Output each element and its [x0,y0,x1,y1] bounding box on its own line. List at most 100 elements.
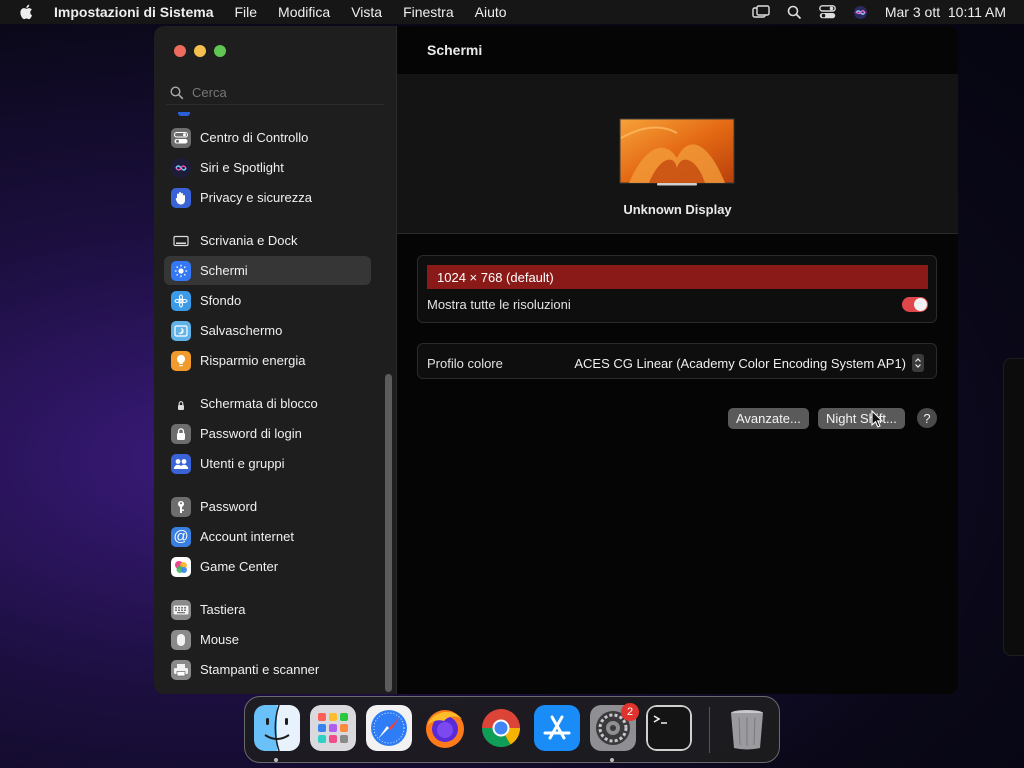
keyboard-icon [171,599,191,620]
display-icon [171,260,191,281]
sidebar-item-users-groups[interactable]: Utenti e gruppi [164,449,371,478]
sidebar-item-screensaver[interactable]: Salvaschermo [164,316,371,345]
menu-bar: Impostazioni di Sistema File Modifica Vi… [0,0,1024,24]
printer-icon [171,659,191,680]
resolution-selected-row[interactable]: 1024 × 768 (default) [427,265,928,289]
launchpad-icon[interactable] [310,705,356,751]
lock-icon [171,423,191,444]
close-button[interactable] [174,45,186,57]
sidebar-item-label: Password [200,499,258,514]
lock-screen-icon [171,393,191,414]
sidebar-item-passwords[interactable]: Password [164,492,371,521]
sidebar-scrollbar[interactable] [385,374,392,692]
sidebar-item-label: Game Center [200,559,279,574]
menu-view[interactable]: Vista [351,4,382,20]
search-field[interactable]: Cerca [166,81,384,105]
trash-icon[interactable] [724,705,770,751]
menu-edit[interactable]: Modifica [278,4,330,20]
menu-app-name[interactable]: Impostazioni di Sistema [54,4,213,20]
settings-window: Cerca Centro di Controllo Siri e Spotlig… [154,26,958,694]
sidebar-item-login-password[interactable]: Password di login [164,419,371,448]
search-icon[interactable] [787,5,802,20]
firefox-icon[interactable] [422,705,468,751]
menu-datetime[interactable]: Mar 3 ott 10:11 AM [885,4,1006,20]
advanced-button[interactable]: Avanzate... [728,408,809,429]
game-center-icon [171,556,191,577]
color-profile-group: Profilo colore ACES CG Linear (Academy C… [417,343,937,379]
partially-hidden-icon [178,112,190,116]
chevron-updown-icon[interactable] [912,354,924,372]
dock: 2 [244,696,780,763]
sidebar-item-wallpaper[interactable]: Sfondo [164,286,371,315]
finder-running-indicator [274,758,278,762]
control-center-icon[interactable] [818,5,836,19]
app-store-icon[interactable] [534,705,580,751]
menu-window[interactable]: Finestra [403,4,454,20]
lightbulb-icon [171,350,191,371]
show-all-resolutions-toggle[interactable] [902,297,928,312]
sidebar-item-control-center[interactable]: Centro di Controllo [164,123,371,152]
zoom-button[interactable] [214,45,226,57]
dock-icon [171,230,191,251]
window-controls [174,45,226,57]
show-all-resolutions-label: Mostra tutte le risoluzioni [427,297,571,312]
sidebar-item-siri[interactable]: Siri e Spotlight [164,153,371,182]
sidebar-item-label: Password di login [200,426,302,441]
menu-file[interactable]: File [234,4,257,20]
screen-mirroring-icon[interactable] [752,5,770,19]
sidebar-item-label: Mouse [200,632,240,647]
menu-help[interactable]: Aiuto [475,4,507,20]
page-title: Schermi [427,42,483,58]
sidebar-item-label: Schermata di blocco [200,396,318,411]
resolution-group: 1024 × 768 (default) Mostra tutte le ris… [417,255,937,323]
sidebar-item-label: Utenti e gruppi [200,456,285,471]
sidebar: Cerca Centro di Controllo Siri e Spotlig… [154,26,397,694]
resolution-value: 1024 × 768 (default) [437,269,554,285]
sidebar-item-label: Scrivania e Dock [200,233,298,248]
mouse-cursor-icon [871,410,883,428]
search-placeholder: Cerca [192,85,227,100]
terminal-icon[interactable] [646,705,692,751]
sidebar-item-label: Risparmio energia [200,353,306,368]
display-thumbnail[interactable] [619,118,735,186]
apple-menu-icon[interactable] [18,3,36,21]
safari-icon[interactable] [366,705,412,751]
mouse-icon [171,629,191,650]
display-preview-area: Unknown Display [397,74,958,234]
sidebar-item-label: Tastiera [200,602,246,617]
search-icon [170,85,184,99]
sidebar-item-desktop-dock[interactable]: Scrivania e Dock [164,226,371,255]
sidebar-item-label: Salvaschermo [200,323,283,338]
sidebar-item-label: Siri e Spotlight [200,160,284,175]
sidebar-item-displays[interactable]: Schermi [164,256,371,285]
sidebar-item-lock-screen[interactable]: Schermata di blocco [164,389,371,418]
sidebar-item-label: Privacy e sicurezza [200,190,312,205]
sidebar-item-mouse[interactable]: Mouse [164,625,371,654]
finder-icon[interactable] [254,705,300,751]
users-icon [171,453,191,474]
sidebar-item-privacy[interactable]: Privacy e sicurezza [164,183,371,212]
display-name: Unknown Display [623,202,732,217]
sidebar-item-energy[interactable]: Risparmio energia [164,346,371,375]
sidebar-item-game-center[interactable]: Game Center [164,552,371,581]
sidebar-item-printers[interactable]: Stampanti e scanner [164,655,371,684]
help-button[interactable]: ? [917,408,937,428]
settings-notification-badge: 2 [621,703,639,721]
minimize-button[interactable] [194,45,206,57]
siri-icon [171,157,191,178]
sidebar-item-internet-accounts[interactable]: @ Account internet [164,522,371,551]
sidebar-item-label: Account internet [200,529,294,544]
night-shift-button[interactable]: Night Shift... [818,408,905,429]
main-pane: Schermi Unknown Display 1024 × 768 (defa… [397,26,958,694]
at-icon: @ [171,526,191,547]
wallpaper-icon [171,290,191,311]
chrome-icon[interactable] [478,705,524,751]
sidebar-item-keyboard[interactable]: Tastiera [164,595,371,624]
color-profile-select[interactable]: ACES CG Linear (Academy Color Encoding S… [574,356,906,371]
siri-icon[interactable] [853,5,868,20]
dock-separator [709,707,710,753]
background-window-edge [1003,358,1024,656]
sidebar-item-label: Sfondo [200,293,242,308]
sidebar-item-label: Stampanti e scanner [200,662,320,677]
screensaver-icon [171,320,191,341]
